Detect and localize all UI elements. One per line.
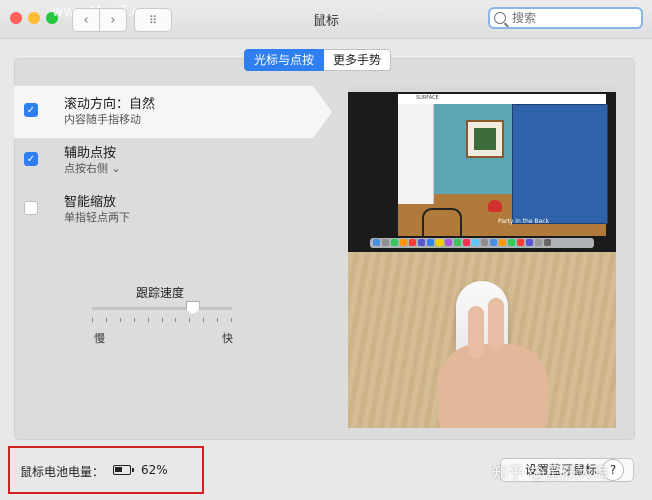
preview-screen: SURFACE Party in the Back [348,86,616,252]
preview-blue-window [512,104,608,224]
secondary-click-checkbox[interactable]: ✓ [24,152,38,166]
slider-tick [119,318,121,322]
preview-artwork [466,120,504,158]
slider-tick [105,318,107,322]
preview-lamp [488,200,502,212]
checkmark-icon: ✓ [26,104,36,116]
search-icon [494,12,506,24]
slider-ticks [92,318,232,323]
search-input[interactable] [510,10,634,26]
scroll-direction-checkbox[interactable]: ✓ [24,103,38,117]
preview-caption: Party in the Back [498,218,549,225]
smart-zoom-subtitle: 单指轻点两下 [64,211,130,224]
secondary-click-title: 辅助点按 [64,146,117,161]
secondary-click-dropdown[interactable]: 点按右侧 ⌄ [64,160,121,176]
slider-tick [147,318,149,322]
scroll-direction-title: 滚动方向：自然 [64,97,156,112]
hand-image [438,298,548,428]
scroll-direction-subtitle: 内容随手指移动 [64,113,141,126]
preview-chair [422,208,462,238]
slider-tick [217,318,219,322]
watermark-bottom: 知乎 @星辰大海 [492,463,610,482]
battery-value: 62% [141,463,168,477]
smart-zoom-title: 智能缩放 [64,195,117,210]
slider-tick [175,318,177,322]
preview-site-name: SURFACE [416,95,439,101]
checkmark-icon: ✓ [26,153,36,165]
slider-tick [161,318,163,322]
tab-bar: 光标与点按 更多手势 [244,49,392,71]
option-row-scroll-direction[interactable] [14,86,332,138]
search-field[interactable] [488,7,643,29]
tab-point-and-click[interactable]: 光标与点按 [244,49,325,71]
preview-browser: SURFACE Party in the Back [398,94,608,238]
slider-tick [133,318,135,322]
fast-label: 快 [222,332,233,345]
battery-label: 鼠标电池电量： [20,465,105,479]
slider-tick [189,318,191,322]
tracking-speed-label: 跟踪速度 [136,286,185,300]
slider-tick [203,318,205,322]
smart-zoom-checkbox[interactable] [24,201,38,215]
tab-more-gestures[interactable]: 更多手势 [324,49,392,71]
slow-label: 慢 [94,332,105,345]
tracking-speed-slider[interactable] [92,307,232,310]
slider-tick [231,318,232,322]
title-bar: www.MacZ.com ‹ › ⠿ 鼠标 [0,0,652,39]
preview-dock [370,238,594,248]
preview-door [398,104,434,204]
slider-tick [92,318,93,322]
battery-icon [113,465,134,475]
preview-menubar [348,86,616,92]
gesture-preview-image: SURFACE Party in the Back [348,86,616,428]
